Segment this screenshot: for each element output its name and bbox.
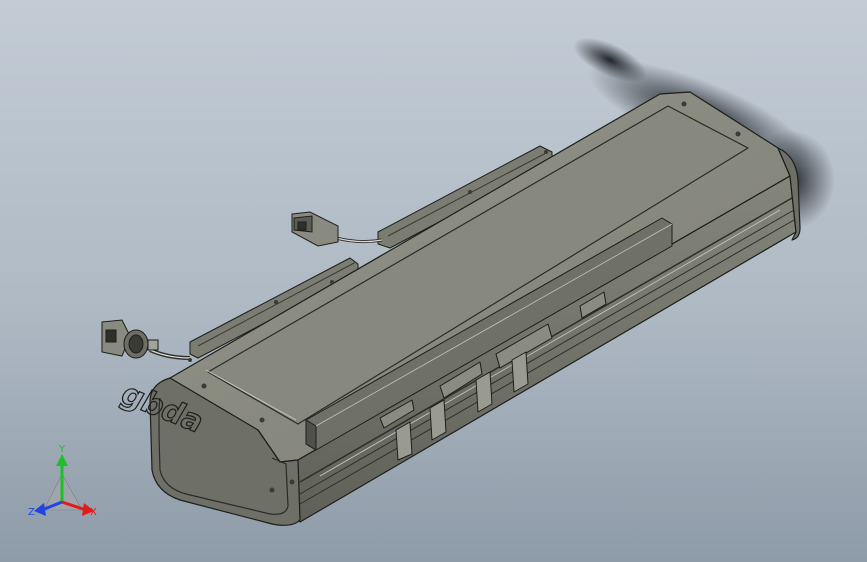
triad-x-label: X: [90, 507, 97, 518]
cable-connector-upper[interactable]: [291, 211, 383, 247]
triad-y-arrow: [56, 454, 68, 466]
cad-viewport[interactable]: gbda Y X Z: [0, 0, 867, 562]
orientation-triad: Y X Z: [28, 444, 97, 518]
cable-connector-lower[interactable]: [101, 319, 191, 360]
actuator-body[interactable]: [149, 91, 801, 526]
triad-z-label: Z: [28, 507, 35, 518]
triad-y-label: Y: [58, 444, 66, 455]
model-view[interactable]: gbda Y X Z: [0, 0, 867, 562]
triad-z-arrow: [34, 503, 46, 516]
